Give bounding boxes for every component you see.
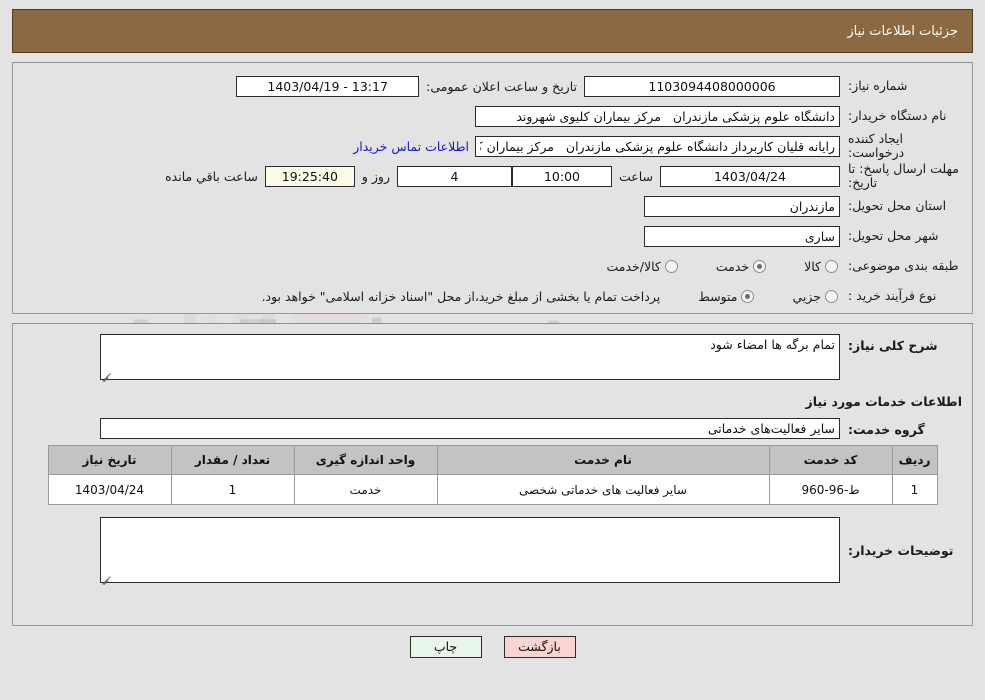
category-radio-group: کالا خدمت کالا/خدمت bbox=[572, 259, 840, 274]
table-head: ردیف کد خدمت نام خدمت واحد اندازه گیری ت… bbox=[47, 445, 938, 475]
radio-icon[interactable] bbox=[825, 259, 838, 273]
table-header-row: ردیف کد خدمت نام خدمت واحد اندازه گیری ت… bbox=[47, 445, 938, 475]
service-group-input[interactable] bbox=[100, 418, 840, 439]
cell-quantity: 1 bbox=[170, 474, 295, 505]
row-delivery-province: استان محل تحویل: bbox=[23, 191, 962, 221]
col-quantity: تعداد / مقدار bbox=[170, 445, 295, 475]
remaining-days-input[interactable] bbox=[396, 165, 512, 187]
row-buyer-org: نام دستگاه خریدار: bbox=[23, 101, 962, 131]
days-and-label: روز و bbox=[361, 168, 390, 184]
items-table-container: ردیف کد خدمت نام خدمت واحد اندازه گیری ت… bbox=[23, 439, 962, 505]
col-need-date: تاریخ نیاز bbox=[47, 445, 172, 475]
row-general-description: شرح کلی نیاز: bbox=[23, 334, 962, 383]
need-number-input[interactable] bbox=[584, 75, 840, 97]
category-option-label: کالا bbox=[804, 258, 821, 274]
buyer-notes-wrapper bbox=[100, 517, 840, 586]
row-request-creator: ایجاد کننده درخواست: اطلاعات تماس خریدار bbox=[23, 131, 962, 161]
need-info-panel: شماره نیاز: تاریخ و ساعت اعلان عمومی: نا… bbox=[12, 62, 973, 314]
row-subject-category: طبقه بندی موضوعی: کالا خدمت کالا/خدمت bbox=[23, 251, 962, 281]
radio-icon[interactable] bbox=[664, 259, 678, 273]
process-option-label: جزیي bbox=[792, 288, 821, 304]
cell-code: ط-96-960 bbox=[768, 474, 893, 505]
radio-icon[interactable] bbox=[741, 289, 755, 303]
category-option-khedmat[interactable]: خدمت bbox=[715, 258, 767, 274]
radio-icon[interactable] bbox=[753, 259, 767, 273]
category-option-kala-khedmat[interactable]: کالا/خدمت bbox=[606, 258, 678, 274]
page-title: جزئیات اطلاعات نیاز bbox=[847, 23, 958, 39]
process-option-jozi[interactable]: جزیي bbox=[792, 289, 838, 304]
deadline-time-input[interactable] bbox=[511, 165, 612, 187]
row-service-group: گروه خدمت: bbox=[23, 418, 962, 439]
announce-datetime-input[interactable] bbox=[236, 75, 420, 97]
province-input[interactable] bbox=[644, 195, 840, 217]
remaining-countdown-input[interactable] bbox=[264, 165, 355, 187]
print-button[interactable]: چاپ bbox=[409, 636, 482, 658]
col-row: ردیف bbox=[891, 445, 938, 475]
services-section-heading: اطلاعات خدمات مورد نیاز bbox=[23, 383, 963, 418]
city-label: شهر محل تحویل: bbox=[848, 227, 939, 243]
table-row: 1 ط-96-960 سایر فعالیت های خدماتی شخصی خ… bbox=[47, 474, 938, 505]
buyer-notes-label: توضیحات خریدار: bbox=[848, 543, 954, 558]
deadline-date-input[interactable] bbox=[660, 165, 840, 187]
cell-need-date: 1403/04/24 bbox=[47, 474, 172, 505]
remaining-suffix-label: ساعت باقي مانده bbox=[165, 168, 258, 184]
deadline-label: مهلت ارسال پاسخ: تا تاریخ: bbox=[848, 161, 959, 190]
general-desc-textarea[interactable] bbox=[100, 334, 840, 380]
col-unit: واحد اندازه گیری bbox=[293, 445, 438, 475]
services-section-title: اطلاعات خدمات مورد نیاز bbox=[805, 394, 963, 409]
action-button-bar: بازگشت چاپ bbox=[0, 636, 985, 658]
row-delivery-city: شهر محل تحویل: bbox=[23, 221, 962, 251]
row-response-deadline: مهلت ارسال پاسخ: تا تاریخ: ساعت روز و سا… bbox=[23, 161, 962, 191]
back-button[interactable]: بازگشت bbox=[503, 636, 576, 658]
category-option-label: خدمت bbox=[715, 258, 750, 274]
col-name: نام خدمت bbox=[436, 445, 770, 475]
category-label: طبقه بندی موضوعی: bbox=[848, 257, 959, 273]
service-group-label: گروه خدمت: bbox=[848, 422, 925, 437]
city-input[interactable] bbox=[644, 225, 840, 247]
radio-icon[interactable] bbox=[825, 289, 838, 303]
need-number-label: شماره نیاز: bbox=[848, 77, 908, 93]
buyer-contact-link[interactable]: اطلاعات تماس خریدار bbox=[347, 139, 475, 154]
row-need-number: شماره نیاز: تاریخ و ساعت اعلان عمومی: bbox=[23, 71, 962, 101]
service-items-table: ردیف کد خدمت نام خدمت واحد اندازه گیری ت… bbox=[47, 445, 938, 505]
process-option-motavasset[interactable]: متوسط bbox=[698, 288, 755, 304]
process-option-label: متوسط bbox=[698, 288, 738, 304]
deadline-time-label: ساعت bbox=[618, 168, 653, 184]
creator-input[interactable] bbox=[475, 135, 840, 157]
category-option-label: کالا/خدمت bbox=[606, 258, 661, 274]
buyer-org-label: نام دستگاه خریدار: bbox=[848, 107, 947, 123]
process-label: نوع فرآیند خرید : bbox=[848, 287, 937, 303]
buyer-org-input[interactable] bbox=[475, 105, 840, 127]
general-desc-wrapper bbox=[100, 334, 840, 383]
creator-label: ایجاد کننده درخواست: bbox=[848, 130, 905, 160]
col-code: کد خدمت bbox=[768, 445, 893, 475]
row-buyer-notes: توضیحات خریدار: bbox=[23, 517, 962, 586]
process-radio-group: جزیي متوسط bbox=[664, 289, 840, 304]
cell-row: 1 bbox=[891, 474, 938, 505]
table-body: 1 ط-96-960 سایر فعالیت های خدماتی شخصی خ… bbox=[47, 474, 938, 505]
payment-note: پرداخت تمام یا بخشی از مبلغ خرید،از محل … bbox=[261, 288, 661, 304]
cell-name: سایر فعالیت های خدماتی شخصی bbox=[436, 474, 770, 505]
cell-unit: خدمت bbox=[293, 474, 438, 505]
announce-label: تاریخ و ساعت اعلان عمومی: bbox=[426, 78, 577, 94]
need-detail-panel: شرح کلی نیاز: اطلاعات خدمات مورد نیاز گر… bbox=[12, 323, 973, 626]
category-option-kala[interactable]: کالا bbox=[804, 259, 838, 274]
province-label: استان محل تحویل: bbox=[848, 197, 947, 213]
page-header: جزئیات اطلاعات نیاز bbox=[12, 9, 973, 53]
buyer-notes-textarea[interactable] bbox=[100, 517, 840, 583]
general-desc-label: شرح کلی نیاز: bbox=[848, 338, 938, 353]
row-purchase-process: نوع فرآیند خرید : جزیي متوسط پرداخت تمام… bbox=[23, 281, 962, 311]
